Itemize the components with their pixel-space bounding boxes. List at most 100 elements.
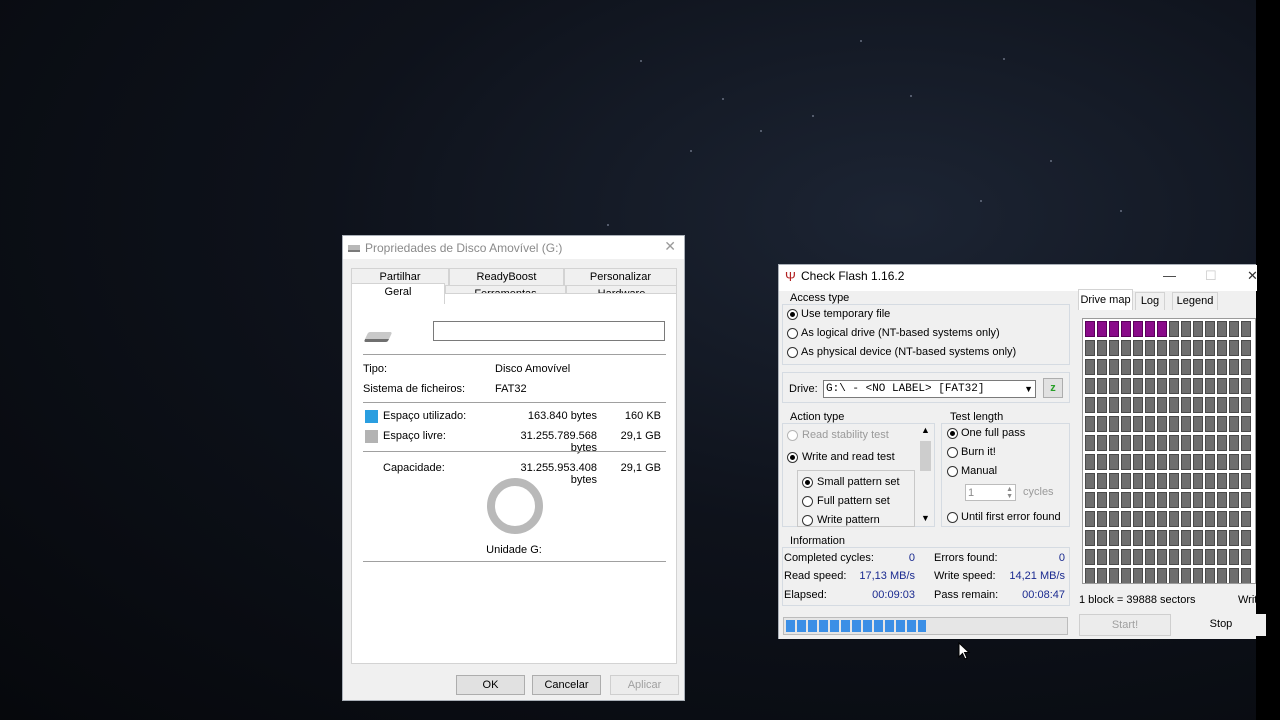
drive-map-block [1229,530,1239,546]
full-pattern-radio[interactable] [802,496,813,507]
access-type-legend: Access type [788,292,852,304]
close-icon[interactable]: ✕ [664,238,676,255]
desktop-star [1003,58,1005,60]
drive-map-block [1193,321,1203,337]
completed-cycles-value: 0 [908,552,915,564]
drive-map-block [1181,359,1191,375]
tab-log[interactable]: Log [1135,292,1165,310]
capacity-label: Capacidade: [383,462,445,474]
drive-map-block [1157,473,1167,489]
drive-map-block [1133,492,1143,508]
until-error-radio[interactable] [947,512,958,523]
read-speed-value: 17,13 MB/s [859,570,915,582]
drive-map-block [1169,549,1179,565]
one-full-pass-radio[interactable] [947,428,958,439]
drive-map-block [1109,511,1119,527]
drive-map-block [1181,568,1191,583]
read-stability-radio[interactable] [787,430,798,441]
drive-map-block [1169,321,1179,337]
completed-cycles-label: Completed cycles: [784,552,874,564]
drive-map-block [1121,340,1131,356]
title-bar: Ψ Check Flash 1.16.2 — ☐ ✕ [779,265,1258,291]
cancel-button[interactable]: Cancelar [532,675,601,695]
drive-map-block [1085,511,1095,527]
drive-map-block [1121,511,1131,527]
drive-map-block [1193,416,1203,432]
write-pattern-radio[interactable] [802,515,813,526]
drive-map-block [1241,568,1251,583]
full-pattern-label: Full pattern set [817,495,890,507]
drive-map-block [1181,473,1191,489]
drive-map-block [1109,492,1119,508]
drive-map-block [1205,321,1215,337]
drive-map-block [1169,511,1179,527]
write-read-radio[interactable] [787,452,798,463]
cycles-stepper[interactable]: 1 ▲ ▼ [965,484,1016,501]
drive-name-input[interactable] [433,321,665,341]
drive-map-block [1109,397,1119,413]
small-pattern-label: Small pattern set [817,476,900,488]
drive-map-block [1121,568,1131,583]
drive-map-block [1133,321,1143,337]
drive-map-block [1145,359,1155,375]
maximize-icon[interactable]: ☐ [1205,268,1217,284]
drive-map-block [1097,549,1107,565]
drive-map-block [1145,321,1155,337]
drive-map-block [1205,378,1215,394]
small-pattern-radio[interactable] [802,477,813,488]
access-logical-radio[interactable] [787,328,798,339]
one-full-pass-label: One full pass [961,427,1026,439]
drive-map-block [1169,416,1179,432]
drive-map-block [1241,511,1251,527]
drive-select[interactable]: G:\ - <NO LABEL> [FAT32] ▼ [823,380,1036,398]
drive-map-block [1109,321,1119,337]
drive-map-block [1217,435,1227,451]
minimize-icon[interactable]: — [1163,268,1176,283]
burn-it-radio[interactable] [947,447,958,458]
drive-map-block [1205,530,1215,546]
drive-map-block [1193,359,1203,375]
refresh-drives-button[interactable]: z [1043,378,1063,398]
drive-map-block [1241,492,1251,508]
drive-caption: Unidade G: [486,544,542,556]
action-type-legend: Action type [788,411,847,423]
divider [363,561,666,562]
drive-map-block [1121,359,1131,375]
drive-map-block [1241,549,1251,565]
scrollbar-thumb[interactable] [920,441,931,471]
drive-map-block [1193,454,1203,470]
manual-radio[interactable] [947,466,958,477]
drive-map-block [1157,549,1167,565]
apply-button[interactable]: Aplicar [610,675,679,695]
action-scrollbar[interactable]: ▲ ▼ [919,425,933,525]
drive-map-block [1085,435,1095,451]
tab-personalizar[interactable]: Personalizar [564,268,677,285]
stepper-arrows-icon[interactable]: ▲ ▼ [1006,486,1013,500]
drive-map-block [1157,568,1167,583]
drive-properties-window: Propriedades de Disco Amovível (G:) ✕ Pa… [342,235,685,701]
type-value: Disco Amovível [495,363,571,375]
tab-readyboost[interactable]: ReadyBoost [449,268,564,285]
divider [363,451,666,452]
ok-button[interactable]: OK [456,675,525,695]
progress-fill [786,620,926,632]
access-temp-file-radio[interactable] [787,309,798,320]
progress-bar [783,617,1068,635]
window-title: Check Flash 1.16.2 [801,269,905,283]
tab-geral[interactable]: Geral [351,283,445,304]
drive-map-block [1097,340,1107,356]
close-icon[interactable]: ✕ [1247,268,1258,284]
drive-map-block [1109,549,1119,565]
drive-map-block [1085,473,1095,489]
tab-legend[interactable]: Legend [1172,292,1218,310]
test-length-legend: Test length [948,411,1006,423]
access-physical-radio[interactable] [787,347,798,358]
tab-drive-map[interactable]: Drive map [1078,289,1133,310]
drive-map-block [1181,321,1191,337]
refresh-icon: z [1050,382,1056,394]
drive-map-block [1145,378,1155,394]
stop-button[interactable]: Stop [1176,614,1266,636]
start-button[interactable]: Start! [1079,614,1171,636]
desktop-star [640,60,642,62]
drive-map-block [1193,435,1203,451]
